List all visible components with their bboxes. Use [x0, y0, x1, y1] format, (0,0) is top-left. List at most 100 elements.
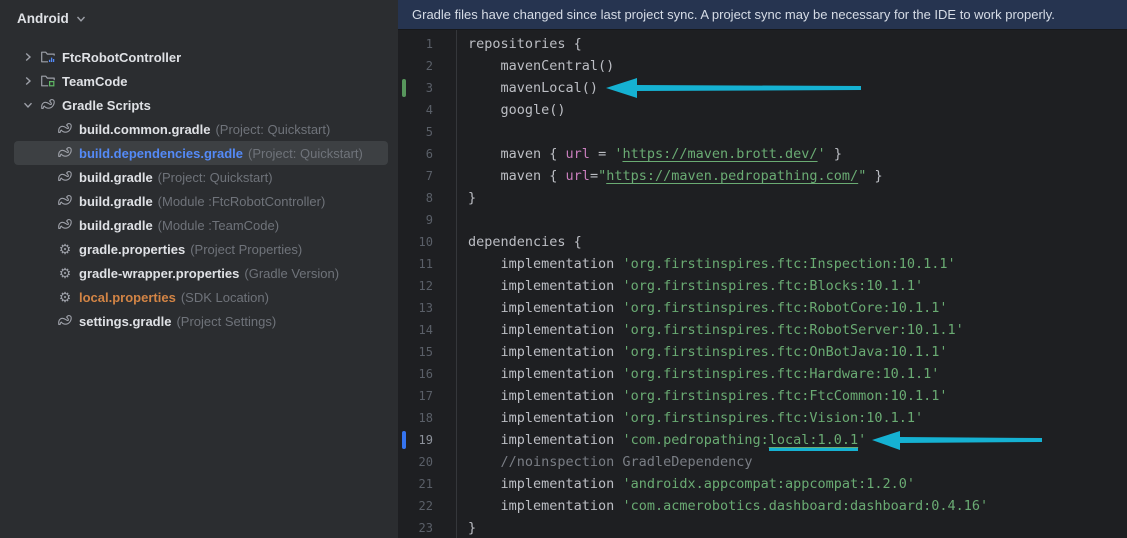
- code-text[interactable]: [456, 209, 468, 231]
- editor-gutter-cell: 22: [398, 495, 456, 517]
- code-line-8[interactable]: 8}: [398, 187, 1127, 209]
- file-name: build.gradle: [79, 169, 153, 185]
- editor-gutter-cell: 11: [398, 253, 456, 275]
- vcs-change-marker-changed[interactable]: [402, 431, 406, 449]
- code-text[interactable]: implementation 'org.firstinspires.ftc:Vi…: [456, 407, 924, 429]
- gear-icon: ⚙: [58, 241, 72, 257]
- gradle-icon: [57, 313, 73, 329]
- code-token: }: [825, 146, 842, 162]
- editor-gutter-cell: 1: [398, 33, 456, 55]
- code-line-9[interactable]: 9: [398, 209, 1127, 231]
- code-token: implementation: [468, 410, 623, 426]
- chevron-right-icon[interactable]: [20, 73, 36, 89]
- code-line-19[interactable]: 19 implementation 'com.pedropathing:loca…: [398, 429, 1127, 451]
- tree-item-teamcode[interactable]: TeamCode: [14, 69, 388, 93]
- code-token: implementation: [468, 432, 623, 448]
- code-line-2[interactable]: 2 mavenCentral(): [398, 55, 1127, 77]
- tree-item-settings-gradle[interactable]: settings.gradle (Project Settings): [14, 309, 388, 333]
- code-line-15[interactable]: 15 implementation 'org.firstinspires.ftc…: [398, 341, 1127, 363]
- code-text[interactable]: implementation 'org.firstinspires.ftc:On…: [456, 341, 948, 363]
- code-line-7[interactable]: 7 maven { url="https://maven.pedropathin…: [398, 165, 1127, 187]
- code-line-16[interactable]: 16 implementation 'org.firstinspires.ftc…: [398, 363, 1127, 385]
- code-line-11[interactable]: 11 implementation 'org.firstinspires.ftc…: [398, 253, 1127, 275]
- editor-gutter-cell: 9: [398, 209, 456, 231]
- code-text[interactable]: implementation 'com.acmerobotics.dashboa…: [456, 495, 989, 517]
- project-view-header[interactable]: Android: [0, 0, 398, 37]
- code-token: maven {: [468, 146, 566, 162]
- code-text[interactable]: implementation 'org.firstinspires.ftc:Ha…: [456, 363, 940, 385]
- chevron-down-icon[interactable]: [20, 97, 36, 113]
- editor-gutter-cell: 8: [398, 187, 456, 209]
- code-text[interactable]: dependencies {: [456, 231, 582, 253]
- chevron-right-icon[interactable]: [20, 49, 36, 65]
- code-line-13[interactable]: 13 implementation 'org.firstinspires.ftc…: [398, 297, 1127, 319]
- code-line-3[interactable]: 3 mavenLocal(): [398, 77, 1127, 99]
- android-studio-window: Android FtcRobotController TeamCode Gradle…: [0, 0, 1127, 538]
- code-text[interactable]: [456, 121, 468, 143]
- line-number: 13: [418, 301, 433, 315]
- code-line-6[interactable]: 6 maven { url = 'https://maven.brott.dev…: [398, 143, 1127, 165]
- line-number: 9: [425, 213, 433, 227]
- code-token: local:1.0.1: [768, 432, 859, 451]
- code-line-5[interactable]: 5: [398, 121, 1127, 143]
- code-text[interactable]: maven { url = 'https://maven.brott.dev/'…: [456, 143, 842, 165]
- code-text[interactable]: implementation 'org.firstinspires.ftc:Ft…: [456, 385, 948, 407]
- line-number: 5: [425, 125, 433, 139]
- code-token: 'org.firstinspires.ftc:RobotCore:10.1.1': [622, 300, 948, 316]
- code-editor[interactable]: 1 repositories {2 mavenCentral() 3 mavenLo…: [398, 30, 1127, 538]
- code-line-12[interactable]: 12 implementation 'org.firstinspires.ftc…: [398, 275, 1127, 297]
- tree-item-build-gradle[interactable]: build.gradle (Module :FtcRobotController): [14, 189, 388, 213]
- code-token: mavenLocal(): [468, 80, 599, 96]
- tree-item-build-gradle[interactable]: build.gradle (Project: Quickstart): [14, 165, 388, 189]
- file-name: gradle.properties: [79, 241, 186, 257]
- tree-item-gradle-scripts[interactable]: Gradle Scripts: [14, 93, 388, 117]
- code-text[interactable]: }: [456, 517, 476, 538]
- line-number: 17: [418, 389, 433, 403]
- code-token: 'org.firstinspires.ftc:OnBotJava:10.1.1': [622, 344, 948, 360]
- code-text[interactable]: implementation 'com.pedropathing:local:1…: [456, 429, 866, 451]
- code-line-4[interactable]: 4 google(): [398, 99, 1127, 121]
- code-line-10[interactable]: 10 dependencies {: [398, 231, 1127, 253]
- tree-item-local-properties[interactable]: ⚙ local.properties (SDK Location): [14, 285, 388, 309]
- code-text[interactable]: implementation 'org.firstinspires.ftc:Ro…: [456, 319, 964, 341]
- code-line-21[interactable]: 21 implementation 'androidx.appcompat:ap…: [398, 473, 1127, 495]
- code-line-23[interactable]: 23}: [398, 517, 1127, 538]
- editor-pane: Gradle files have changed since last pro…: [398, 0, 1127, 538]
- code-text[interactable]: repositories {: [456, 33, 582, 55]
- code-text[interactable]: implementation 'androidx.appcompat:appco…: [456, 473, 916, 495]
- code-text[interactable]: mavenCentral(): [456, 55, 615, 77]
- code-text[interactable]: google(): [456, 99, 566, 121]
- editor-gutter-cell: 10: [398, 231, 456, 253]
- editor-gutter-cell: 6: [398, 143, 456, 165]
- tree-item-build-common-gradle[interactable]: build.common.gradle (Project: Quickstart): [14, 117, 388, 141]
- vcs-change-marker-added[interactable]: [402, 79, 406, 97]
- code-token: 'org.firstinspires.ftc:Blocks:10.1.1': [622, 278, 924, 294]
- code-text[interactable]: implementation 'org.firstinspires.ftc:In…: [456, 253, 956, 275]
- code-line-14[interactable]: 14 implementation 'org.firstinspires.ftc…: [398, 319, 1127, 341]
- code-text[interactable]: implementation 'org.firstinspires.ftc:Bl…: [456, 275, 924, 297]
- code-line-1[interactable]: 1 repositories {: [398, 33, 1127, 55]
- file-annotation: (SDK Location): [180, 289, 269, 305]
- gradle-icon: [57, 145, 73, 161]
- code-text[interactable]: }: [456, 187, 476, 209]
- code-line-20[interactable]: 20 //noinspection GradleDependency: [398, 451, 1127, 473]
- tree-item-build-dependencies-gradle[interactable]: build.dependencies.gradle (Project: Quick…: [14, 141, 388, 165]
- tree-item-build-gradle[interactable]: build.gradle (Module :TeamCode): [14, 213, 388, 237]
- code-text[interactable]: mavenLocal(): [456, 77, 599, 99]
- line-number: 8: [425, 191, 433, 205]
- code-token: repositories {: [468, 36, 582, 52]
- tree-item-gradle-wrapper-properties[interactable]: ⚙ gradle-wrapper.properties (Gradle Versio…: [14, 261, 388, 285]
- code-text[interactable]: //noinspection GradleDependency: [456, 451, 753, 473]
- code-line-17[interactable]: 17 implementation 'org.firstinspires.ftc…: [398, 385, 1127, 407]
- line-number: 3: [425, 81, 433, 95]
- code-token: implementation: [468, 388, 623, 404]
- chevron-down-icon: [76, 16, 85, 22]
- tree-item-ftcrobotcontroller[interactable]: FtcRobotController: [14, 45, 388, 69]
- code-text[interactable]: implementation 'org.firstinspires.ftc:Ro…: [456, 297, 948, 319]
- code-line-18[interactable]: 18 implementation 'org.firstinspires.ftc…: [398, 407, 1127, 429]
- editor-gutter-cell: 14: [398, 319, 456, 341]
- code-text[interactable]: maven { url="https://maven.pedropathing.…: [456, 165, 883, 187]
- code-token: https://maven.brott.dev/: [622, 146, 818, 162]
- code-line-22[interactable]: 22 implementation 'com.acmerobotics.dash…: [398, 495, 1127, 517]
- tree-item-gradle-properties[interactable]: ⚙ gradle.properties (Project Properties): [14, 237, 388, 261]
